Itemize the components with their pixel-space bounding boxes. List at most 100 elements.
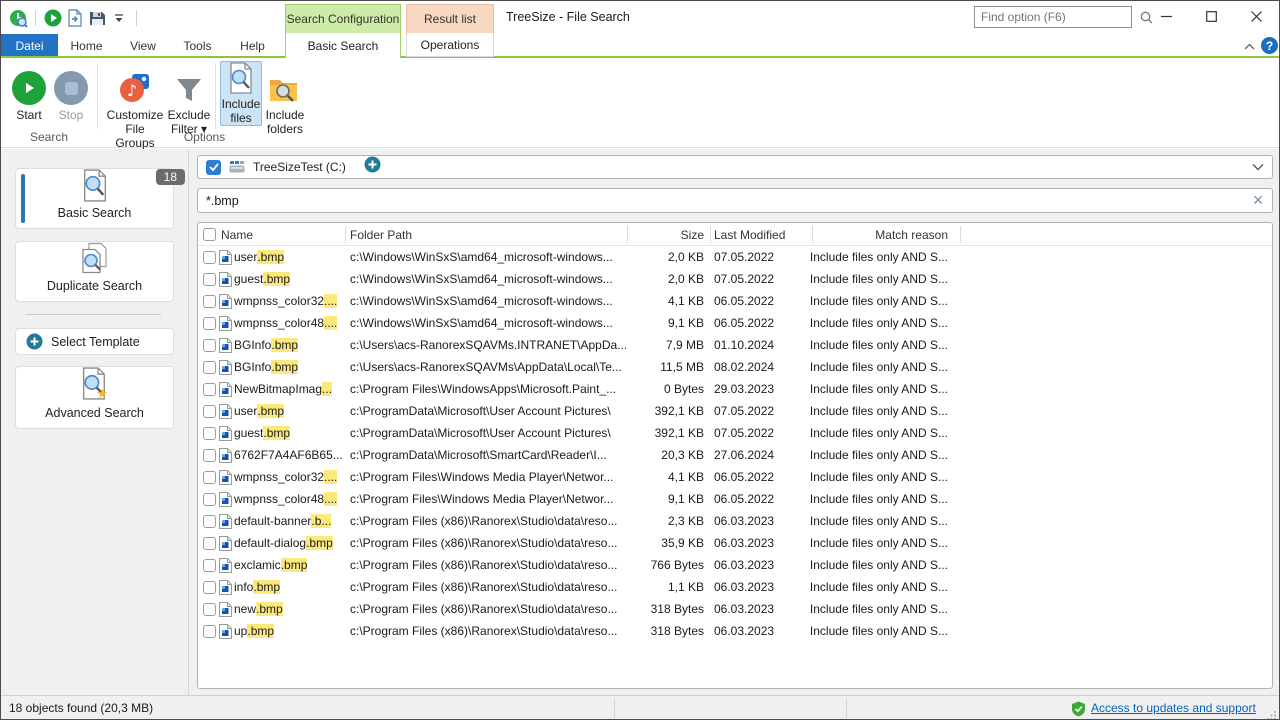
table-row[interactable]: default-dialog.bmpc:\Program Files (x86)… — [198, 532, 1272, 554]
status-bar: 18 objects found (20,3 MB) Access to upd… — [1, 695, 1279, 720]
match-reason: Include files only AND S... — [758, 598, 948, 620]
table-row[interactable]: wmpnss_color32....c:\Program Files\Windo… — [198, 466, 1272, 488]
find-option-input[interactable] — [975, 10, 1140, 24]
menu-home[interactable]: Home — [63, 34, 110, 57]
file-name: info.bmp — [234, 576, 346, 598]
table-row[interactable]: guest.bmpc:\Windows\WinSxS\amd64_microso… — [198, 268, 1272, 290]
table-row[interactable]: new.bmpc:\Program Files (x86)\Ranorex\St… — [198, 598, 1272, 620]
table-row[interactable]: user.bmpc:\Windows\WinSxS\amd64_microsof… — [198, 246, 1272, 268]
include-folders-icon — [269, 61, 301, 105]
maximize-button[interactable] — [1189, 1, 1234, 32]
search-pattern-input[interactable] — [198, 194, 1252, 208]
drive-selector[interactable]: TreeSizeTest (C:) — [197, 155, 1273, 179]
save-quick-button[interactable] — [86, 8, 108, 28]
row-checkbox[interactable] — [203, 295, 216, 308]
start-search-quick-button[interactable] — [42, 8, 64, 28]
table-row[interactable]: up.bmpc:\Program Files (x86)\Ranorex\Stu… — [198, 620, 1272, 642]
chevron-down-icon[interactable] — [1252, 158, 1264, 176]
match-reason: Include files only AND S... — [758, 356, 948, 378]
collapse-ribbon-icon[interactable] — [1241, 39, 1257, 53]
column-header-match-reason[interactable]: Match reason — [758, 223, 948, 246]
row-checkbox[interactable] — [203, 625, 216, 638]
start-button[interactable]: Start — [9, 61, 49, 122]
ribbon-group-search-label: Search — [1, 130, 97, 144]
include-files-toggle[interactable]: Includefiles — [220, 61, 262, 126]
column-header-folder-path[interactable]: Folder Path — [350, 223, 412, 246]
row-checkbox[interactable] — [203, 515, 216, 528]
menu-help[interactable]: Help — [229, 34, 276, 57]
exclude-filter-button[interactable]: ExcludeFilter ▾ — [166, 61, 212, 136]
table-header: Name Folder Path Size Last Modified Matc… — [198, 223, 1272, 246]
folder-path: c:\Program Files (x86)\Ranorex\Studio\da… — [350, 510, 626, 532]
row-checkbox[interactable] — [203, 273, 216, 286]
tab-search-configuration[interactable]: Search Configuration — [285, 4, 401, 33]
row-checkbox[interactable] — [203, 339, 216, 352]
row-checkbox[interactable] — [203, 317, 216, 330]
file-size: 4,1 KB — [628, 290, 704, 312]
table-row[interactable]: wmpnss_color48....c:\Windows\WinSxS\amd6… — [198, 312, 1272, 334]
menu-tools[interactable]: Tools — [174, 34, 221, 57]
close-button[interactable] — [1234, 1, 1279, 32]
row-checkbox[interactable] — [203, 427, 216, 440]
bmp-file-icon — [218, 466, 232, 488]
basic-search-icon — [80, 169, 110, 202]
file-name: default-banner.b... — [234, 510, 346, 532]
stop-button[interactable]: Stop — [51, 61, 91, 122]
file-name: 6762F7A4AF6B65... — [234, 444, 346, 466]
minimize-button[interactable] — [1144, 1, 1189, 32]
row-checkbox[interactable] — [203, 405, 216, 418]
clear-search-icon[interactable]: ✕ — [1252, 192, 1264, 209]
row-checkbox[interactable] — [203, 559, 216, 572]
tab-result-list[interactable]: Result list — [406, 4, 494, 33]
sidebar-item-duplicate-search[interactable]: Duplicate Search — [15, 241, 174, 302]
help-icon[interactable]: ? — [1261, 37, 1278, 54]
row-checkbox[interactable] — [203, 361, 216, 374]
table-row[interactable]: exclamic.bmpc:\Program Files (x86)\Ranor… — [198, 554, 1272, 576]
toolbar-separator — [136, 10, 137, 26]
row-checkbox[interactable] — [203, 603, 216, 616]
table-row[interactable]: 6762F7A4AF6B65...c:\ProgramData\Microsof… — [198, 444, 1272, 466]
add-drive-button[interactable] — [364, 156, 381, 178]
match-reason: Include files only AND S... — [758, 466, 948, 488]
menu-view[interactable]: View — [120, 34, 166, 57]
table-row[interactable]: info.bmpc:\Program Files (x86)\Ranorex\S… — [198, 576, 1272, 598]
row-checkbox[interactable] — [203, 537, 216, 550]
table-row[interactable]: NewBitmapImag...c:\Program Files\Windows… — [198, 378, 1272, 400]
table-row[interactable]: BGInfo.bmpc:\Users\acs-RanorexSQAVMs\App… — [198, 356, 1272, 378]
new-search-quick-button[interactable] — [64, 8, 86, 28]
table-row[interactable]: BGInfo.bmpc:\Users\acs-RanorexSQAVMs.INT… — [198, 334, 1272, 356]
find-option-box[interactable] — [974, 6, 1132, 28]
drive-checkbox[interactable] — [206, 160, 221, 175]
menu-datei[interactable]: Datei — [1, 34, 58, 57]
file-size: 392,1 KB — [628, 422, 704, 444]
search-pattern-box[interactable]: ✕ — [197, 188, 1273, 213]
select-template-button[interactable]: Select Template — [15, 328, 174, 355]
table-row[interactable]: wmpnss_color48....c:\Program Files\Windo… — [198, 488, 1272, 510]
updates-support-link[interactable]: Access to updates and support — [1091, 701, 1256, 715]
row-checkbox[interactable] — [203, 383, 216, 396]
resize-grip[interactable] — [1267, 709, 1277, 719]
ribbon-group-options-label: Options — [98, 130, 311, 144]
file-size: 11,5 MB — [628, 356, 704, 378]
svg-text:♪: ♪ — [127, 81, 137, 100]
include-folders-toggle[interactable]: Includefolders — [263, 61, 307, 136]
row-checkbox[interactable] — [203, 471, 216, 484]
row-checkbox[interactable] — [203, 581, 216, 594]
row-checkbox[interactable] — [203, 493, 216, 506]
sidebar-item-advanced-search[interactable]: ★ Advanced Search — [15, 366, 174, 429]
sidebar-item-basic-search[interactable]: 18 Basic Search — [15, 168, 174, 229]
row-checkbox[interactable] — [203, 449, 216, 462]
subtab-operations[interactable]: Operations — [406, 33, 494, 57]
table-row[interactable]: wmpnss_color32....c:\Windows\WinSxS\amd6… — [198, 290, 1272, 312]
customize-toolbar-dropdown[interactable] — [108, 8, 130, 28]
column-header-name[interactable]: Name — [215, 223, 253, 246]
row-checkbox[interactable] — [203, 251, 216, 264]
table-row[interactable]: default-banner.b...c:\Program Files (x86… — [198, 510, 1272, 532]
table-row[interactable]: guest.bmpc:\ProgramData\Microsoft\User A… — [198, 422, 1272, 444]
app-icon — [7, 8, 29, 28]
file-size: 318 Bytes — [628, 620, 704, 642]
table-row[interactable]: user.bmpc:\ProgramData\Microsoft\User Ac… — [198, 400, 1272, 422]
column-header-size[interactable]: Size — [628, 223, 704, 246]
match-reason: Include files only AND S... — [758, 246, 948, 268]
subtab-basic-search[interactable]: Basic Search — [285, 33, 401, 58]
